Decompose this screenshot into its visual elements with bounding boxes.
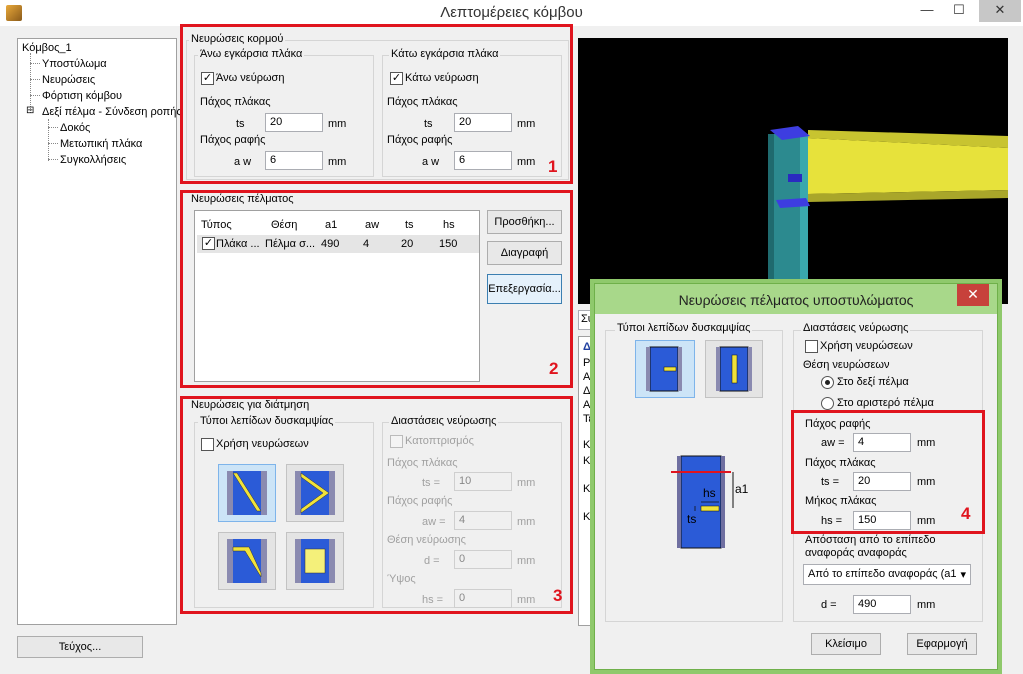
- window-title: Λεπτομέρειες κόμβου: [440, 4, 583, 21]
- maximize-button[interactable]: ☐: [944, 0, 974, 22]
- dialog-apply-button[interactable]: Εφαρμογή: [907, 633, 977, 655]
- tree-item-beam[interactable]: Δοκός: [60, 122, 90, 134]
- diagram-hs-label: hs: [703, 486, 716, 500]
- dialog-close-button[interactable]: ✕: [957, 284, 989, 306]
- highlight-number-4: 4: [961, 504, 971, 523]
- tree-item-column[interactable]: Υποστύλωμα: [42, 58, 107, 70]
- tree-item-welds[interactable]: Συγκολλήσεις: [60, 154, 126, 166]
- node-tree[interactable]: Κόμβος_1 Υποστύλωμα Νευρώσεις Φόρτιση κό…: [17, 38, 182, 625]
- highlight-number-1: 1: [548, 157, 558, 176]
- close-window-button[interactable]: ✕: [979, 0, 1021, 22]
- results-line: Τέ: [583, 413, 594, 425]
- highlight-box-2: [180, 190, 573, 388]
- diagram-a1-label: a1: [735, 482, 749, 496]
- radio-right-flange[interactable]: [821, 376, 834, 389]
- highlight-box-1: [180, 24, 573, 184]
- highlight-box-3: [180, 396, 573, 614]
- dialog-d-unit: mm: [917, 599, 936, 611]
- dialog-use-label: Χρήση νευρώσεων: [820, 340, 913, 352]
- dialog-position-title: Θέση νευρώσεων: [803, 359, 890, 371]
- radio-left-flange[interactable]: [821, 397, 834, 410]
- reference-select-value: Από το επίπεδο αναφοράς (a1: [808, 568, 957, 580]
- dialog-types-title: Τύποι λεπίδων δυσκαμψίας: [615, 322, 753, 334]
- tree-item-stiffeners[interactable]: Νευρώσεις: [42, 74, 95, 86]
- dialog-close-text-button[interactable]: Κλείσιμο: [811, 633, 881, 655]
- dialog-use-checkbox[interactable]: [805, 340, 818, 353]
- dialog-d-input[interactable]: 490: [853, 595, 911, 614]
- highlight-number-3: 3: [553, 586, 563, 605]
- tree-item-end-plate[interactable]: Μετωπική πλάκα: [60, 138, 142, 150]
- dialog-distance-label: Απόσταση από το επίπεδο αναφοράς αναφορά…: [805, 534, 936, 559]
- tree-item-right-flange[interactable]: Δεξί πέλμα - Σύνδεση ροπής: [42, 106, 182, 118]
- tree-expander-icon[interactable]: ⊟: [26, 105, 34, 116]
- tree-item-node[interactable]: Κόμβος_1: [22, 42, 72, 54]
- dialog-d-label: d =: [821, 599, 837, 611]
- minimize-button[interactable]: —: [912, 0, 942, 22]
- dialog-dims-title: Διαστάσεις νεύρωσης: [801, 322, 911, 334]
- tree-item-loading[interactable]: Φόρτιση κόμβου: [42, 90, 122, 102]
- radio-left-flange-label: Στο αριστερό πέλμα: [837, 397, 934, 409]
- report-button[interactable]: Τεύχος...: [17, 636, 143, 658]
- flange-plate-type-icon[interactable]: [635, 340, 695, 398]
- 3d-viewport[interactable]: [578, 38, 1008, 304]
- flange-web-plate-type-icon[interactable]: [705, 340, 763, 398]
- reference-select[interactable]: Από το επίπεδο αναφοράς (a1 ▾: [803, 564, 971, 585]
- highlight-box-4: [791, 410, 985, 534]
- diagram-ts-label: ts: [687, 512, 697, 526]
- highlight-number-2: 2: [549, 359, 559, 378]
- chevron-down-icon: ▾: [960, 569, 966, 581]
- flange-stiffener-dialog: Νευρώσεις πέλματος υποστυλώματος ✕ Τύποι…: [594, 283, 998, 670]
- stiffener-dimension-diagram: hs a1 ts: [665, 448, 753, 552]
- results-line: Δι: [583, 385, 593, 397]
- radio-right-flange-label: Στο δεξί πέλμα: [837, 376, 909, 388]
- dialog-title: Νευρώσεις πέλματος υποστυλώματος: [678, 292, 914, 308]
